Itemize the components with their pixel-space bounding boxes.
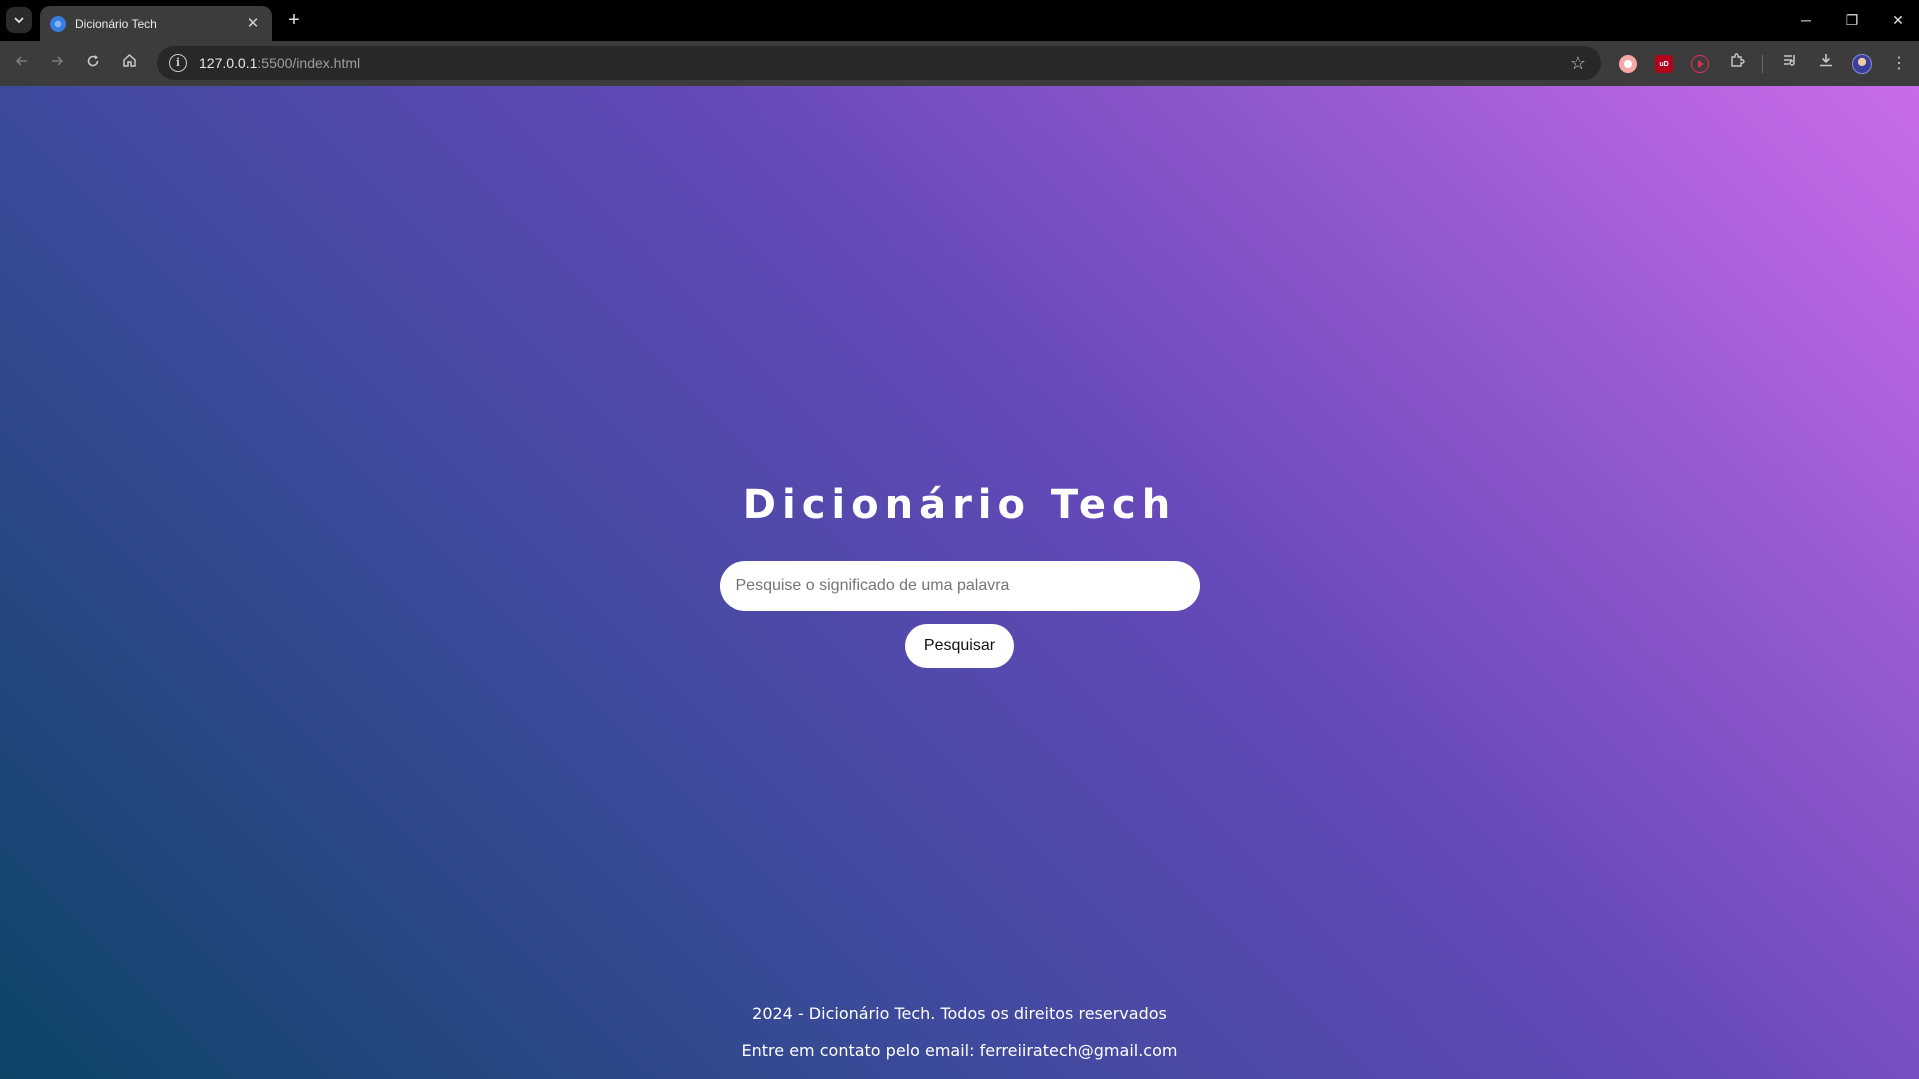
kebab-menu-icon[interactable]: ⋮: [1887, 52, 1911, 76]
bookmark-star-icon[interactable]: ☆: [1567, 53, 1589, 74]
page-title: Dicionário Tech: [742, 482, 1177, 528]
browser-tab-active[interactable]: Dicionário Tech ✕: [40, 6, 272, 41]
site-info-icon[interactable]: i: [169, 54, 187, 72]
favicon-icon: [50, 15, 66, 32]
forward-button[interactable]: [43, 50, 71, 78]
chevron-down-icon: [14, 17, 24, 24]
back-arrow-icon: [15, 56, 27, 66]
toolbar-separator: [1762, 55, 1763, 73]
page-footer: 2024 - Dicionário Tech. Todos os direito…: [0, 1004, 1919, 1078]
footer-contact: Entre em contato pelo email: ferreiirate…: [741, 1041, 1178, 1060]
tab-search-button[interactable]: [6, 7, 32, 33]
browser-titlebar: Dicionário Tech ✕ + ─ ❐ ✕: [0, 0, 1919, 41]
play-extension-icon[interactable]: [1691, 55, 1709, 73]
footer-copyright: 2024 - Dicionário Tech. Todos os direito…: [752, 1004, 1167, 1023]
restore-button[interactable]: ❐: [1832, 6, 1872, 34]
media-controls-icon[interactable]: [1778, 52, 1802, 76]
home-icon: [122, 53, 136, 67]
search-input[interactable]: [719, 561, 1200, 611]
download-icon[interactable]: [1814, 52, 1838, 76]
page-viewport: Dicionário Tech Pesquisar 2024 - Dicioná…: [0, 86, 1919, 1079]
extensions-icon[interactable]: [1725, 52, 1749, 76]
puzzle-icon: [1731, 53, 1745, 67]
minimize-button[interactable]: ─: [1786, 6, 1826, 34]
close-tab-icon[interactable]: ✕: [244, 15, 262, 33]
extension-record-icon[interactable]: [1619, 55, 1637, 73]
back-button[interactable]: [8, 50, 36, 78]
tab-title: Dicionário Tech: [75, 16, 157, 31]
profile-avatar[interactable]: [1852, 54, 1872, 74]
browser-toolbar: i 127.0.0.1:5500/index.html ☆ uD ⋮: [0, 41, 1919, 86]
forward-arrow-icon: [52, 56, 64, 66]
reload-button[interactable]: [79, 50, 107, 78]
search-button[interactable]: Pesquisar: [904, 624, 1015, 668]
url-text[interactable]: 127.0.0.1:5500/index.html: [199, 55, 1567, 71]
home-button[interactable]: [115, 50, 143, 78]
hero-section: Dicionário Tech Pesquisar: [0, 481, 1919, 668]
ublock-extension-icon[interactable]: uD: [1655, 55, 1673, 73]
reload-icon: [87, 55, 99, 67]
close-window-button[interactable]: ✕: [1878, 6, 1918, 34]
new-tab-button[interactable]: +: [282, 8, 306, 32]
address-bar[interactable]: i 127.0.0.1:5500/index.html ☆: [157, 46, 1601, 80]
